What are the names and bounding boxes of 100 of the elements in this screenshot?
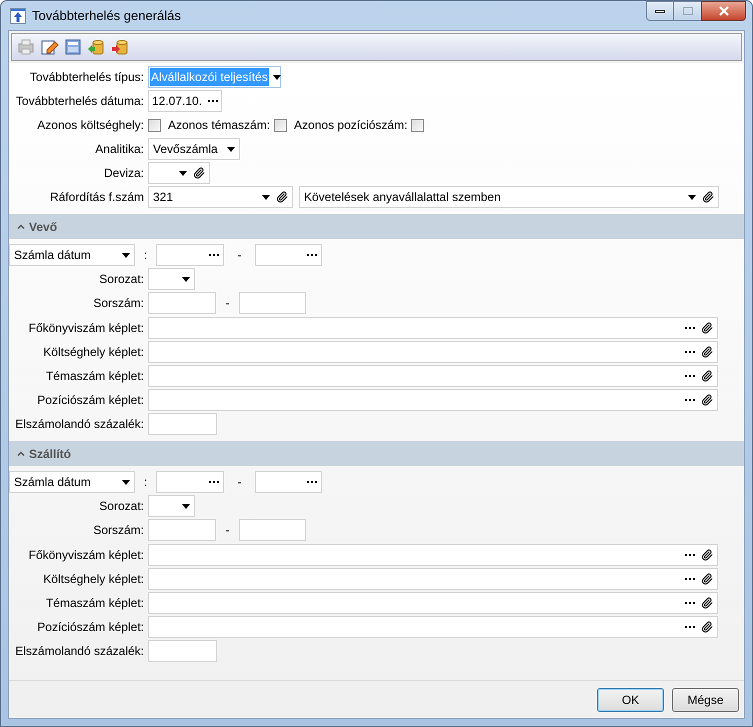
chevron-up-icon[interactable] <box>17 224 25 229</box>
ellipsis-icon[interactable] <box>685 626 695 628</box>
dropdown-arrow-icon[interactable] <box>122 480 130 484</box>
dropdown-arrow-icon[interactable] <box>688 194 696 200</box>
ellipsis-icon[interactable] <box>685 554 695 556</box>
dropdown-arrow-icon[interactable] <box>227 146 235 152</box>
ellipsis-icon[interactable] <box>685 398 695 402</box>
number-field[interactable] <box>148 292 216 314</box>
paperclip-icon[interactable] <box>701 370 713 382</box>
number-field[interactable] <box>239 519 306 541</box>
database-icon[interactable] <box>111 39 129 55</box>
dropdown-arrow-icon[interactable] <box>179 170 187 176</box>
separator-text: : <box>142 474 148 491</box>
checkbox[interactable] <box>148 118 161 132</box>
field-label: Elszámolandó százalék: <box>14 643 144 660</box>
filter-dropdown[interactable]: Számla dátum <box>9 244 135 266</box>
dropdown-arrow-icon[interactable] <box>182 276 190 282</box>
dropdown-arrow-icon[interactable] <box>272 74 281 80</box>
paperclip-icon[interactable] <box>276 191 288 203</box>
field-label: Sorozat: <box>98 498 144 515</box>
paperclip-icon[interactable] <box>701 394 713 406</box>
ellipsis-icon[interactable] <box>209 480 219 484</box>
edit-document-icon[interactable] <box>41 39 59 55</box>
formula-field[interactable] <box>148 568 718 590</box>
ellipsis-icon[interactable] <box>685 326 695 330</box>
paperclip-icon[interactable] <box>701 621 713 633</box>
number-field[interactable] <box>239 292 306 314</box>
account-description-dropdown[interactable]: Követelések anyavállalattal szemben <box>299 186 719 208</box>
ellipsis-icon[interactable] <box>307 480 317 484</box>
dash-text: - <box>236 474 242 491</box>
date-field[interactable] <box>156 471 224 493</box>
field-label: Azonos költséghely: <box>36 117 144 134</box>
minimize-icon[interactable] <box>655 10 665 12</box>
paperclip-icon[interactable] <box>701 597 713 609</box>
field-label: Költséghely képlet: <box>42 571 144 588</box>
ellipsis-icon[interactable] <box>685 602 695 604</box>
number-field[interactable] <box>148 519 216 541</box>
formula-field[interactable] <box>148 341 718 363</box>
field-label: Témaszám képlet: <box>44 368 144 385</box>
paperclip-icon[interactable] <box>193 167 205 179</box>
paperclip-icon[interactable] <box>701 549 713 561</box>
field-label: Költséghely képlet: <box>42 344 144 361</box>
formula-field[interactable] <box>148 592 718 614</box>
currency-dropdown[interactable] <box>148 162 210 184</box>
close-button[interactable] <box>701 1 746 21</box>
section-header[interactable]: Vevő <box>9 214 744 239</box>
field-label: Deviza: <box>102 165 144 182</box>
percent-field[interactable] <box>148 640 217 662</box>
date-field[interactable] <box>255 244 322 266</box>
checkbox-label: Azonos témaszám: <box>168 117 270 134</box>
ellipsis-icon[interactable] <box>208 100 218 102</box>
dropdown-value: Alvállalkozói teljesítés <box>150 68 269 86</box>
ellipsis-icon[interactable] <box>685 350 695 354</box>
dropdown-arrow-icon[interactable] <box>262 194 270 200</box>
formula-field[interactable] <box>148 365 718 387</box>
dash-text: - <box>236 247 242 264</box>
chevron-up-icon[interactable] <box>17 451 25 456</box>
percent-field[interactable] <box>148 413 217 435</box>
date-field[interactable] <box>255 471 322 493</box>
ellipsis-icon[interactable] <box>685 374 695 378</box>
field-label: Ráfordítás f.szám <box>48 189 144 206</box>
paperclip-icon[interactable] <box>701 346 713 358</box>
calculator-icon[interactable] <box>65 39 81 55</box>
dropdown-arrow-icon[interactable] <box>122 252 130 258</box>
checkbox[interactable] <box>274 118 288 132</box>
field-label: Elszámolandó százalék: <box>14 416 144 433</box>
field-label: Főkönyviszám képlet: <box>28 547 144 564</box>
dash-text: - <box>224 522 230 539</box>
section-title: Szállító <box>29 446 72 462</box>
section-header[interactable]: Szállító <box>9 441 744 466</box>
ellipsis-icon[interactable] <box>307 254 317 256</box>
formula-field[interactable] <box>148 544 718 566</box>
checkbox[interactable] <box>411 118 424 132</box>
paperclip-icon[interactable] <box>701 322 713 334</box>
field-label: Főkönyviszám képlet: <box>28 320 144 337</box>
formula-field[interactable] <box>148 389 718 411</box>
account-dropdown[interactable]: 321 <box>148 186 293 208</box>
formula-field[interactable] <box>148 616 718 638</box>
field-label: Sorozat: <box>98 271 144 288</box>
formula-field[interactable] <box>148 317 718 339</box>
window-title: Továbbterhelés generálás <box>32 6 181 25</box>
date-field[interactable] <box>156 244 224 266</box>
dropdown-arrow-icon[interactable] <box>182 504 190 508</box>
dialog-button[interactable]: OK <box>597 688 664 712</box>
dash-text: - <box>224 295 230 312</box>
paperclip-icon[interactable] <box>702 191 714 203</box>
field-label: Témaszám képlet: <box>44 595 144 612</box>
field-label: Analitika: <box>94 141 144 158</box>
dialog-button[interactable]: Mégse <box>672 688 739 712</box>
analytics-dropdown[interactable]: Vevőszámla <box>148 138 240 160</box>
ellipsis-icon[interactable] <box>685 578 695 580</box>
window-icon <box>10 8 26 24</box>
paperclip-icon[interactable] <box>701 573 713 585</box>
minimize-button[interactable] <box>646 1 674 21</box>
database-icon[interactable] <box>87 39 105 55</box>
filter-dropdown[interactable]: Számla dátum <box>9 471 135 493</box>
field-label: Továbbterhelés típus: <box>28 69 144 86</box>
ellipsis-icon[interactable] <box>209 254 219 256</box>
date-field[interactable]: 12.07.10. <box>148 90 222 112</box>
close-icon[interactable] <box>718 6 730 16</box>
